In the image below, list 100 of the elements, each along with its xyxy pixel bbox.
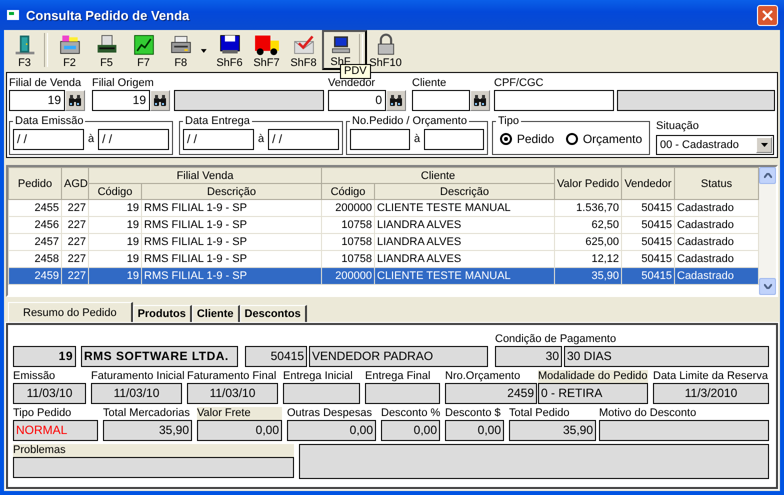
- table-cell: LIANDRA ALVES: [374, 234, 554, 250]
- field-label: Nro.Orçamento: [445, 370, 522, 383]
- table-row[interactable]: 2456 227 19 RMS FILIAL 1-9 - SP 10758 LIANDRA ALVES 62,50 50415 Cadastrado: [8, 216, 758, 234]
- table-cell: 227: [62, 200, 88, 216]
- input-field[interactable]: / /: [268, 128, 339, 150]
- scrollbar[interactable]: [759, 167, 776, 295]
- close-icon: [762, 10, 773, 20]
- display-field: 11/03/10: [91, 383, 182, 404]
- field-label: Modalidade do Pedido: [538, 370, 648, 383]
- table-cell: RMS FILIAL 1-9 - SP: [142, 234, 322, 250]
- tab[interactable]: Cliente: [192, 305, 240, 322]
- field-label: Total Pedido: [509, 407, 571, 420]
- table-row[interactable]: 2457 227 19 RMS FILIAL 1-9 - SP 10758 LIANDRA ALVES 625,00 50415 Cadastrado: [8, 234, 758, 250]
- display-field: 0,00: [197, 420, 282, 441]
- input-field[interactable]: / /: [183, 128, 254, 150]
- binoculars-icon: [473, 94, 487, 106]
- table-cell: 50415: [622, 200, 674, 216]
- input-field[interactable]: / /: [98, 128, 169, 150]
- display-field: 30: [495, 346, 562, 367]
- display-field: 35,90: [509, 420, 596, 441]
- table-cell: 10758: [322, 234, 374, 250]
- table-cell: 2458: [8, 250, 62, 268]
- table-row[interactable]: 2458 227 19 RMS FILIAL 1-9 - SP 10758 LIANDRA ALVES 12,12 50415 Cadastrado: [8, 250, 758, 268]
- table-cell: 50415: [622, 250, 674, 268]
- input-field[interactable]: [350, 128, 410, 150]
- table-cell: 2457: [8, 234, 62, 250]
- table-cell: 10758: [322, 250, 374, 268]
- table-row[interactable]: 2459 227 19 RMS FILIAL 1-9 - SP 200000 CLIENTE TESTE MANUAL 35,90 50415 Cadastrado: [8, 268, 758, 284]
- lookup-button[interactable]: [470, 90, 490, 111]
- dropdown-caret-icon: [760, 143, 768, 147]
- column-header[interactable]: Cliente: [322, 168, 554, 184]
- table-cell: Cadastrado: [674, 200, 758, 216]
- lookup-button[interactable]: [65, 90, 85, 111]
- column-header[interactable]: Descrição: [142, 184, 322, 200]
- input-field[interactable]: [412, 90, 470, 111]
- table-cell: 2455: [8, 200, 62, 216]
- group-label: Tipo: [497, 116, 520, 127]
- group-label: Data Emissão: [14, 116, 84, 127]
- column-header[interactable]: Valor Pedido: [554, 168, 622, 200]
- table-cell: 19: [88, 250, 142, 268]
- group-label: Data Entrega: [184, 116, 251, 127]
- display-field: 30 DIAS: [564, 346, 769, 367]
- close-button[interactable]: [757, 4, 778, 26]
- table-cell: 10758: [322, 216, 374, 234]
- table-cell: Cadastrado: [674, 234, 758, 250]
- field-label: Entrega Inicial: [283, 370, 354, 383]
- table-cell: 227: [62, 216, 88, 234]
- table-cell: 50415: [622, 216, 674, 234]
- lookup-button[interactable]: [150, 90, 170, 111]
- table-cell: 19: [88, 268, 142, 284]
- tab[interactable]: Resumo do Pedido: [8, 302, 133, 322]
- field-label: Tipo Pedido: [13, 407, 72, 420]
- display-field: VENDEDOR PADRAO: [309, 346, 488, 367]
- field-label: Motivo do Desconto: [599, 407, 698, 420]
- input-field[interactable]: 0: [328, 90, 386, 111]
- table-row[interactable]: 2455 227 19 RMS FILIAL 1-9 - SP 200000 CLIENTE TESTE MANUAL 1.536,70 50415 Cadastrado: [8, 200, 758, 216]
- column-header[interactable]: Descrição: [374, 184, 554, 200]
- column-header[interactable]: Pedido: [8, 168, 62, 200]
- input-field[interactable]: [424, 128, 484, 150]
- field-label: Problemas: [13, 444, 294, 457]
- display-field: 11/03/10: [187, 383, 278, 404]
- display-field: 0 - RETIRA: [538, 383, 648, 404]
- display-field: 0,00: [381, 420, 440, 441]
- range-separator: à: [258, 133, 264, 145]
- column-header[interactable]: AGD: [62, 168, 88, 200]
- binoculars-icon: [389, 94, 403, 106]
- field-label: Vendedor: [328, 77, 376, 90]
- table-cell: 200000: [322, 200, 374, 216]
- field-label: Outras Despesas: [287, 407, 373, 420]
- status-select[interactable]: 00 - Cadastrado: [656, 135, 774, 155]
- field-label: CPF/CGC: [494, 77, 544, 90]
- column-header[interactable]: Código: [322, 184, 374, 200]
- input-field[interactable]: 19: [9, 90, 65, 111]
- field-label: Desconto %: [381, 407, 440, 420]
- column-header[interactable]: Código: [88, 184, 142, 200]
- field-label: Filial de Venda: [9, 77, 82, 90]
- field-label: Condição de Pagamento: [495, 333, 616, 346]
- radio-option[interactable]: Pedido: [500, 132, 554, 146]
- scroll-down-icon: [764, 284, 772, 289]
- scroll-up-icon: [764, 173, 772, 178]
- display-field: 11/3/2010: [653, 383, 769, 404]
- input-field[interactable]: / /: [13, 128, 84, 150]
- tab[interactable]: Produtos: [132, 305, 192, 322]
- lookup-button[interactable]: [386, 90, 406, 111]
- table-cell: 35,90: [554, 268, 622, 284]
- table-cell: 62,50: [554, 216, 622, 234]
- column-header[interactable]: Filial Venda: [88, 168, 322, 184]
- field-label: Situação: [656, 120, 700, 134]
- binoculars-icon: [153, 94, 167, 106]
- table-cell: 227: [62, 234, 88, 250]
- tab[interactable]: Descontos: [240, 305, 307, 322]
- range-separator: à: [88, 133, 94, 145]
- table-cell: 200000: [322, 268, 374, 284]
- radio-option[interactable]: Orçamento: [566, 132, 642, 146]
- input-field[interactable]: 19: [92, 90, 150, 111]
- field-label: Total Mercadorias: [103, 407, 191, 420]
- column-header[interactable]: Vendedor: [622, 168, 674, 200]
- column-header[interactable]: Status: [674, 168, 758, 200]
- input-field[interactable]: [494, 90, 614, 111]
- table-cell: LIANDRA ALVES: [374, 216, 554, 234]
